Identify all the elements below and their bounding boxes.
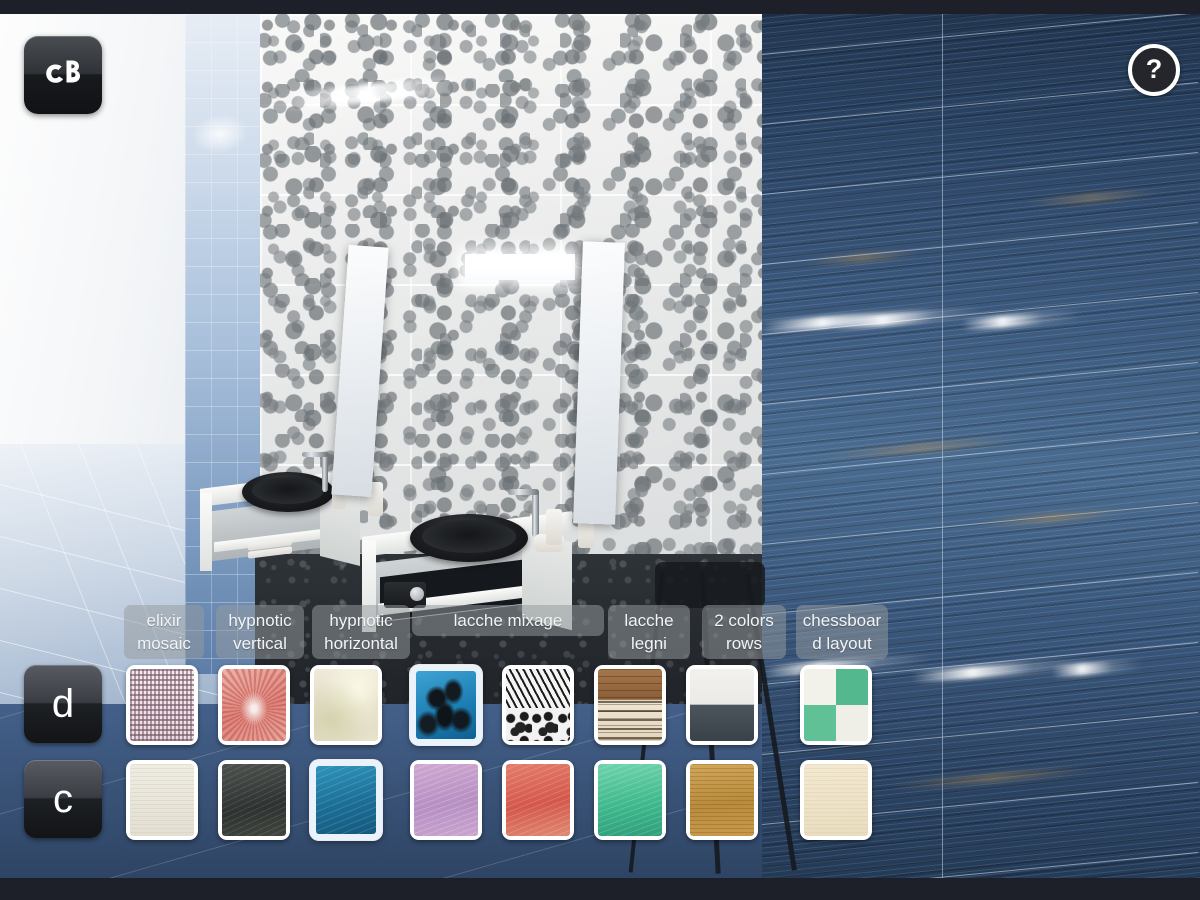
swatch-hypnotic-vertical[interactable]: [218, 665, 290, 745]
swatch-color-ochre[interactable]: [686, 760, 758, 840]
swatch-image: [804, 669, 868, 741]
swatch-lacche-legni[interactable]: [594, 665, 666, 745]
category-button-d[interactable]: d: [24, 665, 102, 743]
swatch-image: [598, 669, 662, 741]
tile-visualizer-app: ? d c elixir mosaic hypnotic vertical hypnot…: [0, 0, 1200, 900]
swatch-hypnotic-horizontal[interactable]: [310, 665, 382, 745]
swatch-color-lilac[interactable]: [410, 760, 482, 840]
swatch-lacche-mixage[interactable]: [410, 665, 482, 745]
swatch-image: [416, 671, 476, 739]
app-logo-button[interactable]: [24, 36, 102, 114]
swatch-lacche-zebra[interactable]: [502, 665, 574, 745]
swatch-color-red[interactable]: [502, 760, 574, 840]
swatch-image: [598, 764, 662, 836]
question-mark-icon: ?: [1145, 53, 1163, 84]
swatch-image: [506, 669, 570, 741]
swatch-image: [506, 764, 570, 836]
swatch-2-colors-rows[interactable]: [686, 665, 758, 745]
swatch-image: [314, 669, 378, 741]
swatch-image: [690, 669, 754, 741]
swatch-color-ivory[interactable]: [800, 760, 872, 840]
swatch-image: [690, 764, 754, 836]
help-button[interactable]: ?: [1128, 44, 1180, 96]
swatch-image: [130, 764, 194, 836]
swatch-grid: [0, 0, 1200, 900]
swatch-color-charcoal[interactable]: [218, 760, 290, 840]
swatch-chessboard-layout[interactable]: [800, 665, 872, 745]
swatch-image: [130, 669, 194, 741]
cb-logo-icon: [40, 58, 86, 92]
category-button-c[interactable]: c: [24, 760, 102, 838]
status-bar-bottom: [0, 878, 1200, 900]
swatch-color-off-white[interactable]: [126, 760, 198, 840]
swatch-image: [222, 669, 286, 741]
swatch-color-green[interactable]: [594, 760, 666, 840]
swatch-image: [222, 764, 286, 836]
swatch-image: [804, 764, 868, 836]
swatch-image: [414, 764, 478, 836]
swatch-color-blue[interactable]: [310, 760, 382, 840]
swatch-elixir-mosaic[interactable]: [126, 665, 198, 745]
swatch-image: [316, 766, 376, 834]
status-bar-top: [0, 0, 1200, 14]
